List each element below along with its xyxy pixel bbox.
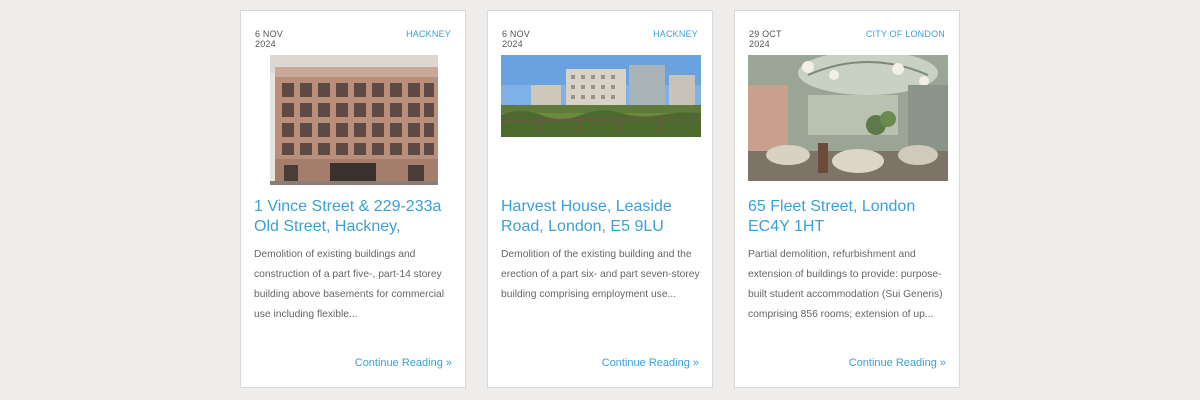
building-image[interactable] <box>748 55 948 181</box>
area-tag-link[interactable]: HACKNEY <box>653 29 698 39</box>
date-day: 6 NOV <box>502 29 531 39</box>
project-card: 6 NOV 2024 HACKNEY Harvest House, Leasid… <box>487 10 713 388</box>
continue-reading-link[interactable]: Continue Reading » <box>602 357 699 369</box>
project-description: Partial demolition, refurbishment and ex… <box>748 249 943 320</box>
date-year: 2024 <box>749 39 770 49</box>
project-card: 29 OCT 2024 CITY OF LONDON 65 Fleet Stre… <box>734 10 960 388</box>
project-description: Demolition of the existing building and … <box>501 249 700 300</box>
date-year: 2024 <box>255 39 276 49</box>
project-card: 6 NOV 2024 HACKNEY 1 Vince Street & 229-… <box>240 10 466 388</box>
date-day: 6 NOV <box>255 29 284 39</box>
date-year: 2024 <box>502 39 523 49</box>
building-image[interactable] <box>270 55 438 185</box>
project-description: Demolition of existing buildings and con… <box>254 249 445 320</box>
area-tag-link[interactable]: HACKNEY <box>406 29 451 39</box>
continue-reading-link[interactable]: Continue Reading » <box>849 357 946 369</box>
card-date: 29 OCT 2024 <box>749 29 782 49</box>
card-date: 6 NOV 2024 <box>502 29 530 49</box>
building-image[interactable] <box>501 55 701 137</box>
project-title-link[interactable]: 1 Vince Street & 229-233a Old Street, Ha… <box>254 197 459 237</box>
project-title-link[interactable]: Harvest House, Leaside Road, London, E5 … <box>501 197 706 237</box>
area-tag-link[interactable]: CITY OF LONDON <box>866 29 945 39</box>
project-title-link[interactable]: 65 Fleet Street, London EC4Y 1HT <box>748 197 953 237</box>
continue-reading-link[interactable]: Continue Reading » <box>355 357 452 369</box>
date-day: 29 OCT <box>749 29 782 39</box>
card-date: 6 NOV 2024 <box>255 29 283 49</box>
